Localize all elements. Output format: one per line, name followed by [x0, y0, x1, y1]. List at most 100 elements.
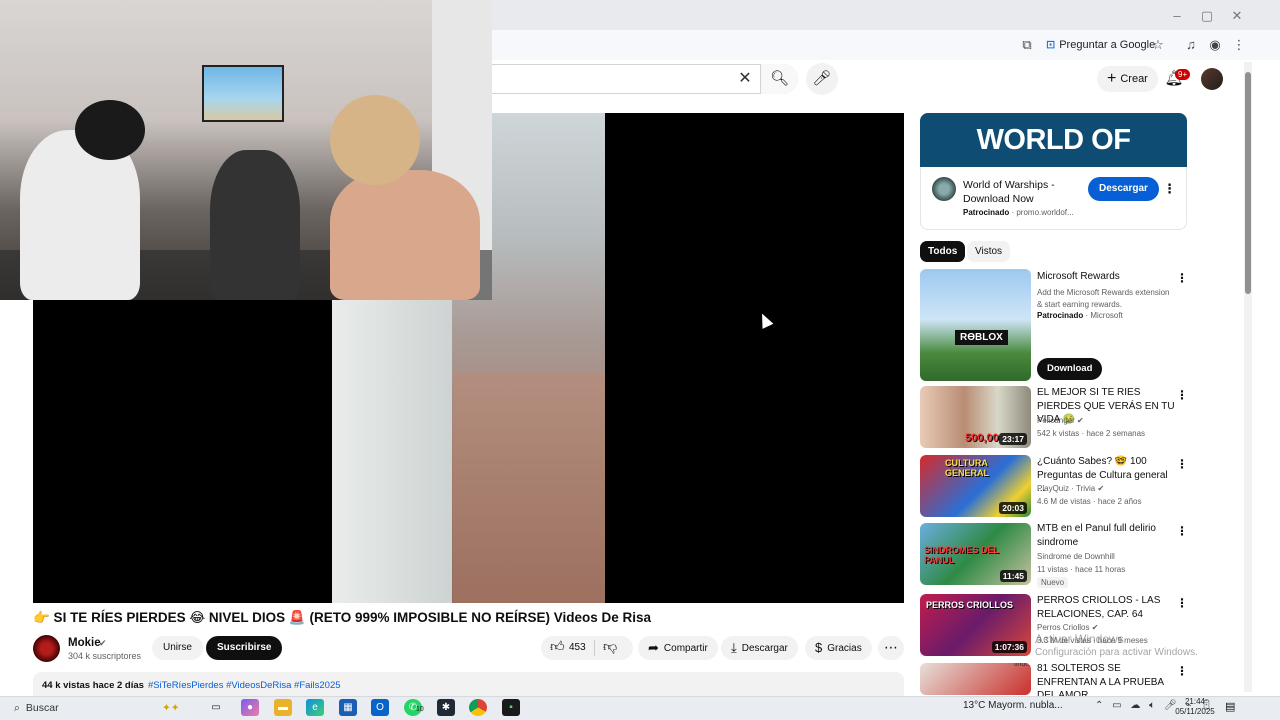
sponsored-thumbnail[interactable]: [920, 269, 1031, 381]
chrome-icon[interactable]: [469, 699, 487, 716]
ad-title[interactable]: World of Warships - Download Now: [963, 178, 1081, 206]
file-explorer-icon[interactable]: ▬: [274, 699, 292, 716]
search-icon: 🔍︎: [769, 70, 790, 87]
bookmark-star-icon[interactable]: ☆: [1148, 36, 1168, 54]
store-icon[interactable]: ▦: [339, 699, 357, 716]
menu-icon[interactable]: ⋮: [1176, 271, 1188, 285]
create-button[interactable]: + Crear: [1097, 66, 1158, 92]
like-count: 453: [569, 642, 586, 653]
taskbar-search[interactable]: ⌕ Buscar ✦✦: [14, 699, 198, 717]
video-thumbnail[interactable]: 500,00 23:17: [920, 386, 1031, 448]
weather-widget[interactable]: 13°C Mayorm. nubla...: [963, 700, 1063, 711]
video-meta: 11 vistas · hace 11 horas: [1037, 565, 1126, 574]
maximize-button[interactable]: ▢: [1192, 6, 1222, 26]
thumbnail-text: 500,00: [965, 432, 999, 444]
channel-name[interactable]: PlayQuiz · Trivia ✔: [1037, 484, 1104, 493]
plus-icon: +: [1107, 70, 1117, 87]
video-meta: 4.6 M de vistas · hace 2 años: [1037, 497, 1142, 506]
menu-icon[interactable]: ⋮: [1176, 596, 1188, 610]
voice-search-button[interactable]: 🎤︎: [806, 63, 838, 95]
webcam-person-head: [330, 95, 420, 185]
watermark-line: Configuración para activar Windows.: [1035, 647, 1198, 658]
webcam-tv: [202, 65, 284, 122]
clock-date: 05/11/2025: [1175, 707, 1215, 716]
like-icon[interactable]: 👍︎: [550, 638, 565, 655]
video-thumbnail[interactable]: SINDROMES DEL PANUL 11:45: [920, 523, 1031, 585]
duration-badge: 23:17: [999, 433, 1027, 445]
close-window-button[interactable]: ✕: [1222, 6, 1252, 26]
hashtags[interactable]: #SiTeRíesPierdes #VideosDeRisa #Fails202…: [148, 680, 341, 691]
video-title[interactable]: MTB en el Panul full delirio sindrome: [1037, 522, 1175, 549]
subscribe-button[interactable]: Suscribirse: [206, 636, 283, 660]
menu-icon[interactable]: ⋮: [1176, 388, 1188, 402]
channel-name[interactable]: Perros Criollos ✔: [1037, 623, 1098, 632]
chip-viewed[interactable]: Vistos: [967, 241, 1011, 262]
sponsored-label: Patrocinado: [1037, 311, 1084, 320]
download-label: Descargar: [741, 643, 788, 654]
ask-google-button[interactable]: ⊡ Preguntar a Google: [1040, 35, 1161, 55]
menu-icon[interactable]: ⋮: [1176, 664, 1188, 678]
verified-icon: ✔: [1091, 623, 1099, 632]
whatsapp-badge: 10: [416, 706, 424, 713]
profile-icon[interactable]: ◉: [1205, 36, 1225, 54]
cast-icon[interactable]: ⧉: [1017, 36, 1037, 54]
task-view-icon[interactable]: ▭: [207, 699, 225, 716]
channel-name[interactable]: Sindrome de Downhill: [1037, 552, 1115, 561]
sponsored-title[interactable]: Microsoft Rewards: [1037, 270, 1175, 284]
verified-icon: ✔: [99, 638, 107, 648]
join-button[interactable]: Unirse: [152, 636, 203, 660]
sparkle-icon: ✦✦: [162, 702, 180, 714]
ad-logo: [932, 177, 956, 201]
clock-time: 21:44: [1184, 697, 1206, 706]
ad-download-button[interactable]: Descargar: [1088, 177, 1159, 201]
download-button[interactable]: ⤓ Descargar: [721, 636, 798, 660]
channel-avatar[interactable]: [33, 635, 60, 662]
video-thumbnail[interactable]: tinder: [920, 663, 1031, 695]
thanks-button[interactable]: $ Gracias: [805, 636, 872, 660]
webcam-person-head: [75, 100, 145, 160]
google-lens-icon: ⊡: [1046, 39, 1056, 51]
ad-menu-icon[interactable]: ⋮: [1163, 181, 1176, 197]
duration-badge: 1:07:36: [991, 641, 1027, 653]
notification-center-icon[interactable]: ▤: [1225, 700, 1235, 713]
video-thumbnail[interactable]: PERROS CRIOLLOS 1:07:36: [920, 594, 1031, 656]
media-control-icon[interactable]: ♫: [1181, 36, 1201, 54]
webcam-person: [330, 170, 480, 300]
thumbnail-text: CULTURA GENERAL: [945, 458, 990, 478]
new-badge: Nuevo: [1037, 577, 1069, 588]
duration-badge: 11:45: [999, 570, 1027, 582]
ad-banner[interactable]: WORLD OF WARSHIPS: [920, 113, 1187, 210]
user-avatar[interactable]: [1201, 68, 1223, 90]
video-thumbnail[interactable]: CULTURA GENERAL 20:03: [920, 455, 1031, 517]
sponsored-download-button[interactable]: Download: [1037, 358, 1103, 380]
notification-count-badge: 9+: [1175, 69, 1191, 80]
webcam-overlay: [0, 0, 492, 300]
outlook-icon[interactable]: O: [371, 699, 389, 716]
terminal-icon[interactable]: ▪: [502, 699, 520, 716]
share-icon: ➦: [648, 640, 659, 655]
menu-icon[interactable]: ⋮: [1176, 457, 1188, 471]
copilot-icon[interactable]: ●: [241, 699, 259, 716]
sponsored-description: Add the Microsoft Rewards extension & st…: [1037, 288, 1170, 309]
video-title: 👉 SI TE RÍES PIERDES 😂 NIVEL DIOS 🚨 (RET…: [33, 610, 652, 625]
game-app-icon[interactable]: ✱: [437, 699, 455, 716]
channel-name[interactable]: Mokie: [68, 637, 101, 649]
menu-icon[interactable]: ⋮: [1176, 524, 1188, 538]
chip-all[interactable]: Todos: [920, 241, 966, 262]
browser-menu-icon[interactable]: ⋮: [1229, 36, 1249, 54]
video-title[interactable]: PERROS CRIOLLOS - LAS RELACIONES, CAP. 6…: [1037, 594, 1175, 621]
channel-label: PlayQuiz · Trivia: [1037, 484, 1096, 493]
more-actions-icon[interactable]: ⋯: [878, 636, 904, 660]
thanks-icon: $: [815, 640, 823, 655]
ask-google-label: Preguntar a Google: [1059, 39, 1156, 51]
scrollbar-thumb[interactable]: [1245, 72, 1251, 294]
share-button[interactable]: ➦ Compartir: [638, 636, 718, 660]
sponsored-line: Patrocinado · Microsoft: [1037, 311, 1123, 320]
search-button[interactable]: 🔍︎: [760, 64, 798, 94]
clear-search-icon[interactable]: ✕: [735, 69, 755, 89]
minimize-button[interactable]: –: [1162, 6, 1192, 26]
edge-icon[interactable]: e: [306, 699, 324, 716]
clock[interactable]: 21:44 05/11/2025: [1175, 697, 1215, 717]
channel-name[interactable]: Pelicanger ✔: [1037, 416, 1084, 425]
dislike-icon[interactable]: 👎︎: [603, 638, 617, 655]
